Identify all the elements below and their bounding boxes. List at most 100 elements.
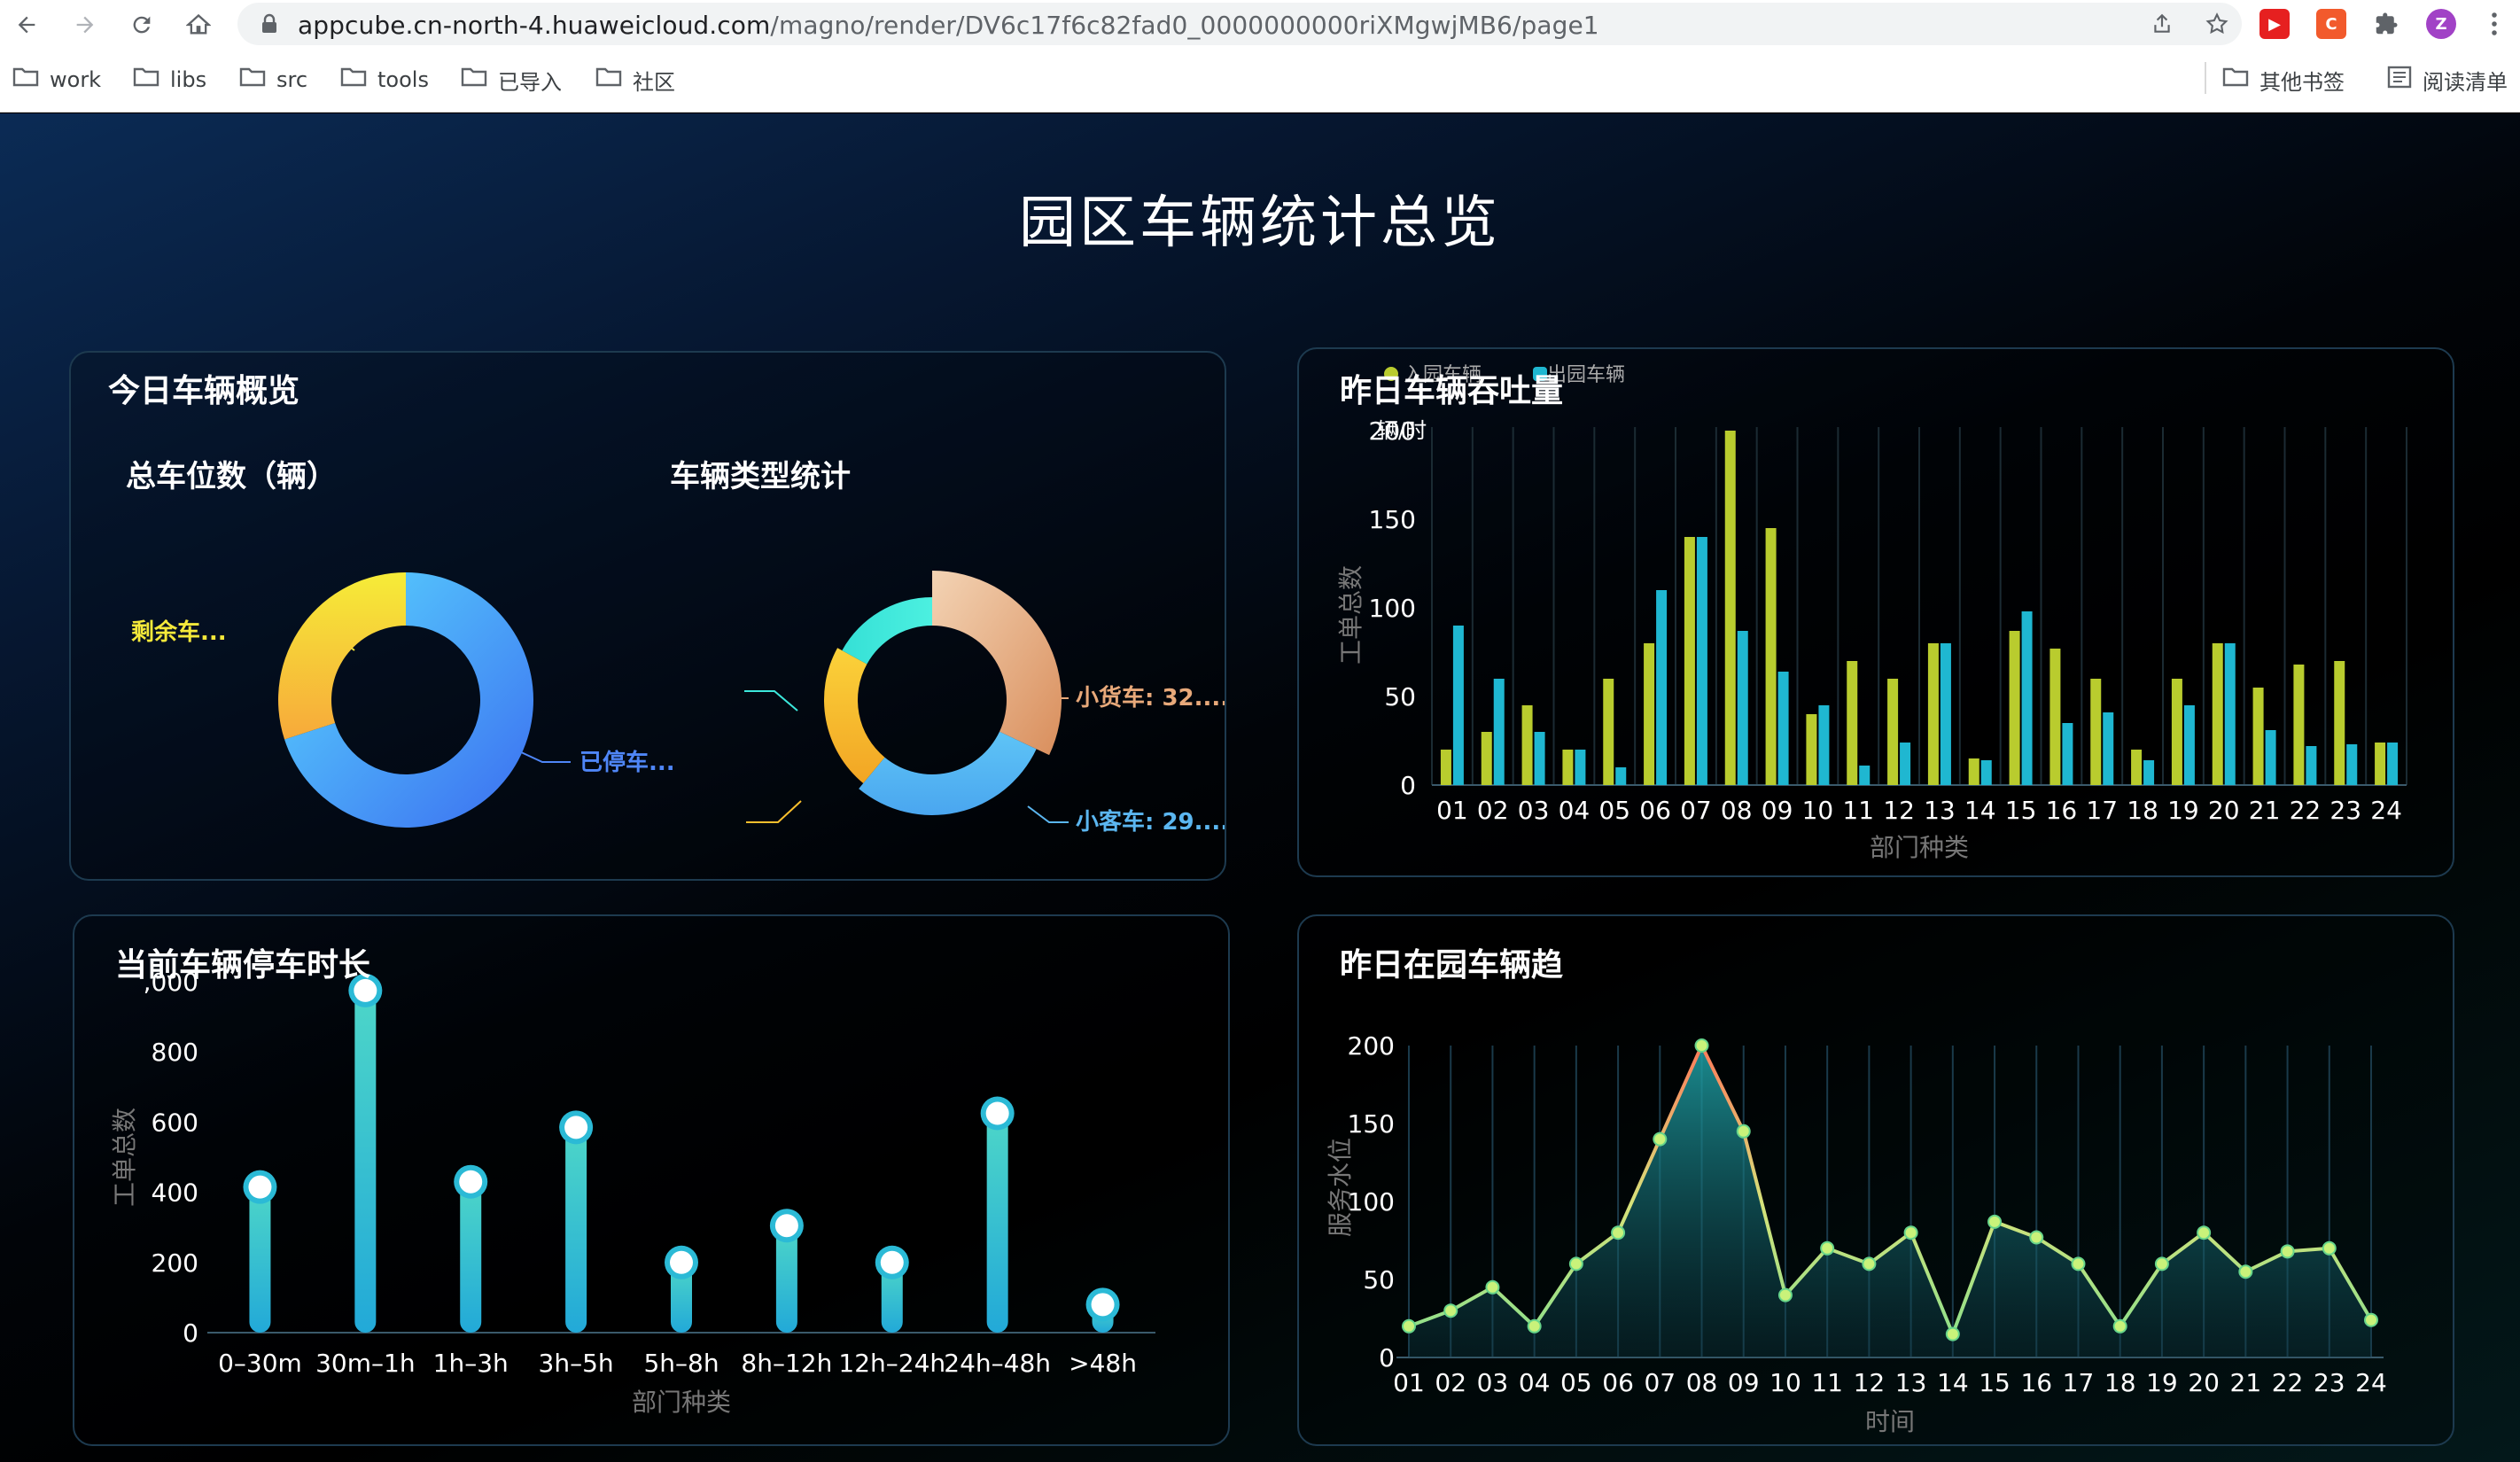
leader-cyan (744, 690, 798, 712)
bookmark-label: libs (170, 67, 207, 92)
bar-in (2171, 679, 2182, 785)
y-tick-label: 0 (183, 1318, 198, 1348)
bar-in (2009, 631, 2020, 785)
bar-in (2293, 665, 2305, 785)
youtube-extension-icon[interactable]: ▶ (2259, 9, 2290, 39)
leader-bus (1027, 805, 1069, 823)
y-axis-title: 工单总数 (1336, 565, 1365, 665)
x-tick-label: 16 (2046, 796, 2078, 825)
trend-point (1903, 1225, 1918, 1240)
c-extension-icon[interactable]: C (2316, 9, 2346, 39)
other-bookmarks-folder[interactable]: 其他书签 (2222, 62, 2345, 97)
x-tick-label: 8h–12h (741, 1349, 832, 1378)
bookmark-folder[interactable]: work (12, 62, 101, 97)
bookmarks-bar: work libs src tools 已导入 社区 其他书签 阅读清单 (0, 62, 2520, 97)
bookmark-label: 已导入 (498, 69, 562, 95)
folder-icon (595, 66, 622, 93)
x-tick-label: 22 (2290, 796, 2322, 825)
x-tick-label: 04 (1519, 1368, 1551, 1397)
share-icon[interactable] (2148, 10, 2176, 38)
x-tick-label: 18 (2127, 796, 2158, 825)
bar-out (1656, 590, 1668, 785)
url-host: appcube.cn-north-4.huaweicloud.com (298, 11, 771, 40)
bookmark-folder[interactable]: libs (133, 62, 206, 97)
bar-in (2375, 743, 2386, 785)
bar-in (2049, 649, 2061, 785)
bar-out (1940, 643, 1951, 785)
dashboard-title: 园区车辆统计总览 (1019, 191, 1501, 256)
bar-in (1684, 537, 1695, 785)
x-tick-label: 06 (1602, 1368, 1634, 1397)
donut-total-slice (278, 572, 406, 740)
x-tick-label: 12h–24h (838, 1349, 945, 1378)
x-tick-label: 09 (1728, 1368, 1760, 1397)
lollipop-head (985, 1101, 1009, 1125)
lollipop-stem (249, 1186, 271, 1333)
x-tick-label: 13 (1924, 796, 1956, 825)
panel-today-overview: 今日车辆概览 总车位数（辆） 车辆类型统计 剩余车... 已停车... 小货车:… (69, 351, 1226, 881)
bookmark-folder[interactable]: src (239, 62, 307, 97)
today-donuts: 剩余车... 已停车... 小货车: 32.... 小客车: 29.... (131, 571, 1225, 836)
lollipop-stem (986, 1113, 1008, 1333)
y-tick-label: 600 (152, 1108, 198, 1137)
reading-list[interactable]: 阅读清单 (2387, 62, 2508, 97)
trend-point (1443, 1303, 1458, 1318)
bar-in (2090, 679, 2102, 785)
y-tick-label: 50 (1363, 1265, 1395, 1295)
bar-in (1927, 643, 1939, 785)
leader-parked (518, 750, 571, 763)
donut-type-slice (823, 648, 885, 784)
extensions-puzzle-icon[interactable] (2371, 9, 2401, 39)
x-tick-label: 02 (1477, 796, 1509, 825)
x-tick-label: 07 (1644, 1368, 1676, 1397)
folder-icon (239, 66, 266, 93)
bookmark-folder[interactable]: 社区 (595, 62, 675, 97)
trend-point (2029, 1230, 2044, 1245)
trend-chart: 05010015020001 02 03 04 05 06 07 08 09 10 11 12 13 14… (1326, 1031, 2387, 1436)
label-parked: 已停车... (579, 749, 675, 776)
home-icon[interactable] (183, 9, 214, 41)
x-tick-label: 21 (2230, 1368, 2262, 1397)
bar-out (1452, 626, 1464, 785)
folder-icon (461, 66, 487, 93)
x-tick-label: 11 (1811, 1368, 1843, 1397)
forward-icon[interactable] (69, 9, 101, 41)
x-tick-label: 14 (1937, 1368, 1969, 1397)
back-icon[interactable] (11, 9, 43, 41)
bookmark-folder[interactable]: tools (340, 62, 429, 97)
lollipop-head (880, 1250, 904, 1274)
menu-kebab-icon[interactable] (2479, 9, 2509, 39)
bookmarks-divider (2205, 62, 2206, 94)
x-tick-label: 01 (1393, 1368, 1425, 1397)
x-tick-label: 19 (2167, 796, 2199, 825)
lock-icon[interactable] (255, 10, 284, 38)
folder-icon (340, 66, 367, 93)
trend-point (1611, 1225, 1626, 1240)
x-tick-label: 16 (2020, 1368, 2052, 1397)
bookmark-label: 其他书签 (2259, 69, 2345, 95)
x-tick-label: 08 (1686, 1368, 1718, 1397)
bar-in (1562, 750, 1574, 785)
x-tick-label: 20 (2188, 1368, 2220, 1397)
bar-out (1900, 743, 1911, 785)
bar-in (1521, 705, 1533, 785)
reload-icon[interactable] (126, 9, 158, 41)
folder-icon (133, 66, 159, 93)
bookmark-folder[interactable]: 已导入 (461, 62, 562, 97)
bookmark-star-icon[interactable] (2203, 10, 2231, 38)
trend-point (1568, 1256, 1583, 1271)
trend-point (1653, 1131, 1668, 1147)
lollipop-stem (354, 990, 377, 1333)
profile-avatar[interactable]: Z (2426, 9, 2456, 39)
bookmark-label: src (276, 67, 308, 92)
trend-area (1409, 1046, 2371, 1357)
address-bar[interactable]: appcube.cn-north-4.huaweicloud.com/magno… (237, 3, 2242, 45)
x-tick-label: 15 (2005, 796, 2037, 825)
x-tick-label: 14 (1964, 796, 1996, 825)
trend-point (1987, 1214, 2003, 1229)
url-path: /magno/render/DV6c17f6c82fad0_0000000000… (770, 11, 1599, 40)
bar-out (2062, 723, 2073, 785)
trend-point (1945, 1326, 1960, 1341)
donut-type-slice (859, 731, 1037, 815)
url-text: appcube.cn-north-4.huaweicloud.com/magno… (298, 11, 1599, 40)
